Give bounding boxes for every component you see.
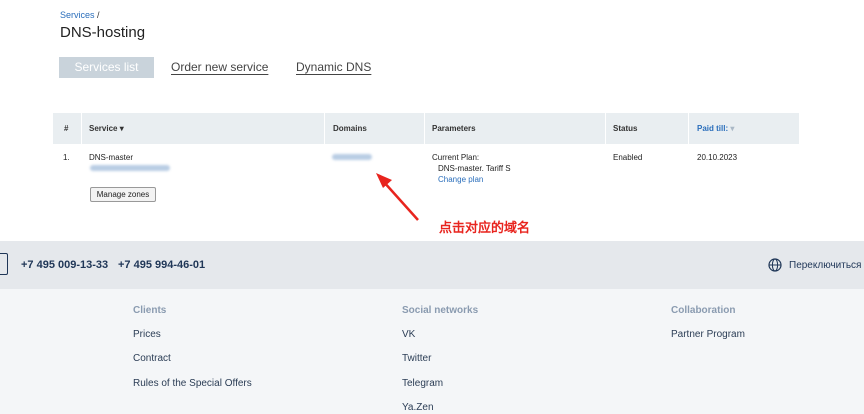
header-paid-till-label: Paid till: [697, 124, 729, 133]
footer-link-telegram[interactable]: Telegram [402, 378, 443, 389]
column-divider [605, 113, 606, 144]
footer-link-prices[interactable]: Prices [133, 329, 161, 340]
header-status: Status [613, 124, 638, 133]
current-plan-label: Current Plan: [432, 153, 480, 162]
footer-link-yazen[interactable]: Ya.Zen [402, 402, 434, 413]
paid-till-value: 20.10.2023 [697, 153, 738, 162]
header-number: # [64, 124, 69, 133]
plan-name: DNS-master. Tariff S [438, 164, 511, 173]
footer-link-contract[interactable]: Contract [133, 353, 171, 364]
column-divider [81, 113, 82, 144]
header-domains: Domains [333, 124, 367, 133]
tab-services-list[interactable]: Services list [59, 57, 154, 78]
contact-button[interactable] [0, 253, 8, 275]
column-divider [324, 113, 325, 144]
change-plan-link[interactable]: Change plan [438, 175, 483, 184]
footer-heading-social: Social networks [402, 305, 479, 316]
row-number: 1. [63, 153, 70, 162]
arrow-annotation-icon [376, 173, 419, 221]
header-parameters: Parameters [432, 124, 476, 133]
footer-heading-clients: Clients [133, 305, 167, 316]
breadcrumb: Services / [60, 10, 100, 20]
breadcrumb-separator: / [94, 10, 100, 20]
sort-down-icon: ▾ [730, 124, 735, 133]
column-divider [424, 113, 425, 144]
footer-link-partner-program[interactable]: Partner Program [671, 329, 745, 340]
annotation-text: 点击对应的域名 [439, 220, 531, 235]
footer-link-special-offers[interactable]: Rules of the Special Offers [133, 378, 252, 389]
phone-number-2[interactable]: +7 495 994-46-01 [118, 259, 205, 271]
service-name: DNS-master [89, 153, 134, 162]
status-value: Enabled [613, 153, 643, 162]
column-divider [688, 113, 689, 144]
footer-link-twitter[interactable]: Twitter [402, 353, 431, 364]
header-service-sort[interactable]: Service ▾ [89, 124, 124, 133]
domain-link-redacted[interactable] [332, 154, 372, 160]
breadcrumb-services-link[interactable]: Services [60, 10, 95, 20]
service-id-redacted [90, 165, 170, 171]
page-title: DNS-hosting [60, 24, 146, 41]
footer-link-vk[interactable]: VK [402, 329, 415, 340]
manage-zones-button[interactable]: Manage zones [90, 187, 156, 202]
tab-dynamic-dns[interactable]: Dynamic DNS [296, 60, 371, 74]
header-paid-till-sort[interactable]: Paid till: ▾ [697, 124, 734, 133]
tab-order-new-service[interactable]: Order new service [171, 60, 268, 74]
footer-heading-collaboration: Collaboration [671, 305, 736, 316]
phone-number-1[interactable]: +7 495 009-13-33 [21, 259, 108, 271]
language-switch[interactable]: Переключиться [789, 260, 861, 271]
globe-icon[interactable] [768, 258, 782, 272]
